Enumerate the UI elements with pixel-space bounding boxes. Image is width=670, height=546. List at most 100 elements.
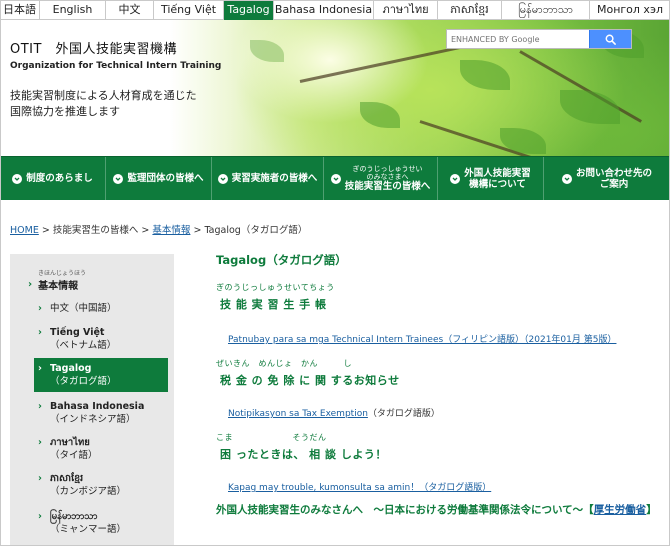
- sidebar-item-line: Tiếng Việt: [50, 327, 105, 338]
- sidebar-item-line: （インドネシア語）: [50, 414, 136, 425]
- sidebar-item-tagalog[interactable]: › Tagalog （タガログ語）: [34, 358, 168, 392]
- nav-about-otit[interactable]: 外国人技能実習 機構について: [438, 157, 544, 200]
- section-title-tax: 税 金 の 免 除 に 関 するお知らせ: [220, 374, 400, 387]
- main-content: Tagalog（タガログ語） ぎのうじっしゅうせいてちょう 技 能 実 習 生 …: [216, 252, 666, 516]
- section-title-handbook: 技 能 実 習 生 手 帳: [220, 298, 327, 311]
- lang-chinese[interactable]: 中文: [106, 0, 154, 20]
- breadcrumb-basic-info[interactable]: 基本情報: [152, 225, 190, 236]
- nav-intern-trainees[interactable]: ぎのうじっしゅうせい のみなさまへ 技能実習生の皆様へ: [324, 157, 438, 200]
- tagline: 技能実習制度による人材育成を通じた 国際協力を推進します: [10, 88, 197, 120]
- sidebar-item-line: ภาษาไทย: [50, 437, 90, 448]
- handbook-link[interactable]: Patnubay para sa mga Technical Intern Tr…: [228, 335, 616, 345]
- sidebar-item-thai[interactable]: › ภาษาไทย （タイ語）: [38, 436, 168, 462]
- nav-label: 外国人技能実習: [464, 167, 531, 179]
- search-icon: [605, 34, 616, 45]
- chevron-right-icon: ›: [38, 303, 42, 314]
- sidebar-item-line: Bahasa Indonesia: [50, 401, 145, 412]
- chevron-right-icon: ›: [38, 473, 42, 484]
- chevron-circle-icon: [450, 173, 461, 184]
- sidebar-heading-text: 基本情報: [38, 281, 79, 292]
- lang-english[interactable]: English: [40, 0, 106, 20]
- breadcrumb-sep: >: [141, 225, 150, 236]
- labor-law-notice: 外国人技能実習生のみなさんへ ～日本における労働基準関係法令について～【厚生労働…: [216, 504, 666, 517]
- banner-leaf: [360, 102, 400, 128]
- nav-label-stack: お問い合わせ先の ご案内: [576, 168, 652, 190]
- sidebar-item-chinese[interactable]: › 中文（中国語）: [38, 302, 168, 315]
- sidebar-item-line: Tagalog: [50, 363, 92, 374]
- sidebar-item-myanmar[interactable]: › မြန်မာဘာသာ （ミャンマー語）: [38, 510, 168, 536]
- page-title: Tagalog（タガログ語）: [216, 253, 347, 267]
- brand[interactable]: OTIT 外国人技能実習機構 Organization for Technica…: [10, 38, 221, 71]
- chevron-right-icon: ›: [38, 511, 42, 522]
- sidebar-item-line: （タイ語）: [50, 450, 98, 461]
- sidebar-item-label: မြန်မာဘာသာ （ミャンマー語）: [50, 510, 126, 536]
- labor-law-end: 】: [646, 504, 657, 516]
- chevron-circle-icon: [217, 173, 228, 184]
- mhlw-link[interactable]: 厚生労働省: [594, 504, 647, 516]
- sidebar-item-line: （カンボジア語）: [50, 486, 127, 497]
- sidebar-item-indonesian[interactable]: › Bahasa Indonesia （インドネシア語）: [38, 400, 168, 426]
- nav-supervising-orgs[interactable]: 監理団体の皆様へ: [106, 157, 212, 200]
- nav-label: 監理団体の皆様へ: [127, 173, 204, 184]
- nav-label: 実習実施者の皆様へ: [231, 173, 318, 184]
- sidebar-item-line: 中文（中国語）: [50, 303, 117, 314]
- banner-leaf: [460, 60, 510, 90]
- chevron-circle-icon: [330, 173, 341, 184]
- lang-vietnamese[interactable]: Tiếng Việt: [154, 0, 224, 20]
- sidebar-heading-label: › 基本情報: [28, 277, 86, 292]
- chevron-right-icon: ›: [38, 437, 42, 448]
- nav-label: 制度のあらまし: [26, 173, 93, 184]
- sidebar-item-line: （タガログ語）: [50, 376, 117, 387]
- search-input[interactable]: [447, 30, 589, 48]
- labor-law-text: 外国人技能実習生のみなさんへ ～日本における労働基準関係法令について～【: [216, 504, 594, 516]
- header-banner: OTIT 外国人技能実習機構 Organization for Technica…: [0, 20, 670, 156]
- language-bar: 日本語 English 中文 Tiếng Việt Tagalog Bahasa…: [0, 0, 670, 20]
- section-ruby: ぎのうじっしゅうせいてちょう: [216, 283, 335, 292]
- lang-myanmar[interactable]: မြန်မာဘာသာ: [502, 0, 590, 20]
- sidebar-item-vietnamese[interactable]: › Tiếng Việt （ベトナム語）: [38, 326, 168, 352]
- tagline-line: 技能実習制度による人材育成を通じた: [10, 89, 197, 102]
- nav-implementing-orgs[interactable]: 実習実施者の皆様へ: [212, 157, 324, 200]
- lang-thai[interactable]: ภาษาไทย: [374, 0, 438, 20]
- sidebar-item-label: Bahasa Indonesia （インドネシア語）: [50, 400, 144, 426]
- nav-ruby: のみなさまへ: [366, 173, 409, 181]
- lang-tagalog[interactable]: Tagalog: [224, 0, 274, 20]
- sidebar-item-line: （ベトナム語）: [50, 340, 117, 351]
- search-button[interactable]: [589, 30, 631, 48]
- site-title: OTIT 外国人技能実習機構: [10, 42, 177, 57]
- search-box: [446, 29, 632, 49]
- breadcrumb: HOME > 技能実習生の皆様へ > 基本情報 > Tagalog（タガログ語）: [10, 222, 307, 236]
- sidebar-item-line: （ミャンマー語）: [50, 524, 127, 535]
- section-ruby: ぜいきん めんじょ かん し: [216, 359, 352, 368]
- lang-mongolian[interactable]: Монгол хэл: [590, 0, 670, 20]
- consult-link[interactable]: Kapag may trouble, kumonsulta sa amin！（タ…: [228, 483, 491, 493]
- lang-khmer[interactable]: ភាសាខ្មែរ: [438, 0, 502, 20]
- sidebar-item-line: မြန်မာဘာသာ: [50, 511, 98, 522]
- nav-system-overview[interactable]: 制度のあらまし: [0, 157, 106, 200]
- breadcrumb-item: 技能実習生の皆様へ: [52, 225, 139, 236]
- section-title-consult: 困 ったときは、 相 談 しよう！: [220, 448, 387, 461]
- main-nav: 制度のあらまし 監理団体の皆様へ 実習実施者の皆様へ ぎのうじっしゅうせい のみ…: [0, 156, 670, 200]
- breadcrumb-home[interactable]: HOME: [10, 225, 39, 236]
- nav-contact[interactable]: お問い合わせ先の ご案内: [544, 157, 670, 200]
- nav-label-stack: ぎのうじっしゅうせい のみなさまへ 技能実習生の皆様へ: [345, 165, 431, 192]
- tax-exemption-link[interactable]: Notipikasyon sa Tax Exemption: [228, 409, 368, 419]
- nav-ruby: ぎのうじっしゅうせい: [352, 165, 423, 173]
- document-line: Kapag may trouble, kumonsulta sa amin！（タ…: [228, 480, 491, 493]
- chevron-right-icon: ›: [38, 401, 42, 412]
- chevron-right-icon: ›: [38, 327, 42, 338]
- sidebar-item-line: ភាសាខ្មែរ: [50, 473, 84, 484]
- lang-indonesian[interactable]: Bahasa Indonesia: [274, 0, 374, 20]
- sidebar-heading[interactable]: きほんじょうほう › 基本情報: [28, 268, 86, 292]
- lang-japanese[interactable]: 日本語: [0, 0, 40, 20]
- nav-label: 技能実習生の皆様へ: [344, 181, 431, 192]
- chevron-circle-icon: [12, 173, 23, 184]
- link-suffix: （タガログ語版）: [367, 409, 440, 419]
- document-line: Patnubay para sa mga Technical Intern Tr…: [228, 332, 616, 345]
- chevron-right-icon: ›: [28, 279, 33, 290]
- banner-leaf: [250, 40, 284, 62]
- sidebar-item-khmer[interactable]: › ភាសាខ្មែរ （カンボジア語）: [38, 472, 168, 498]
- document-line: Notipikasyon sa Tax Exemption（タガログ語版）: [228, 406, 440, 419]
- sidebar: きほんじょうほう › 基本情報 › 中文（中国語） › Tiếng Việt （ベ…: [10, 254, 174, 546]
- nav-label-stack: 外国人技能実習 機構について: [464, 168, 531, 190]
